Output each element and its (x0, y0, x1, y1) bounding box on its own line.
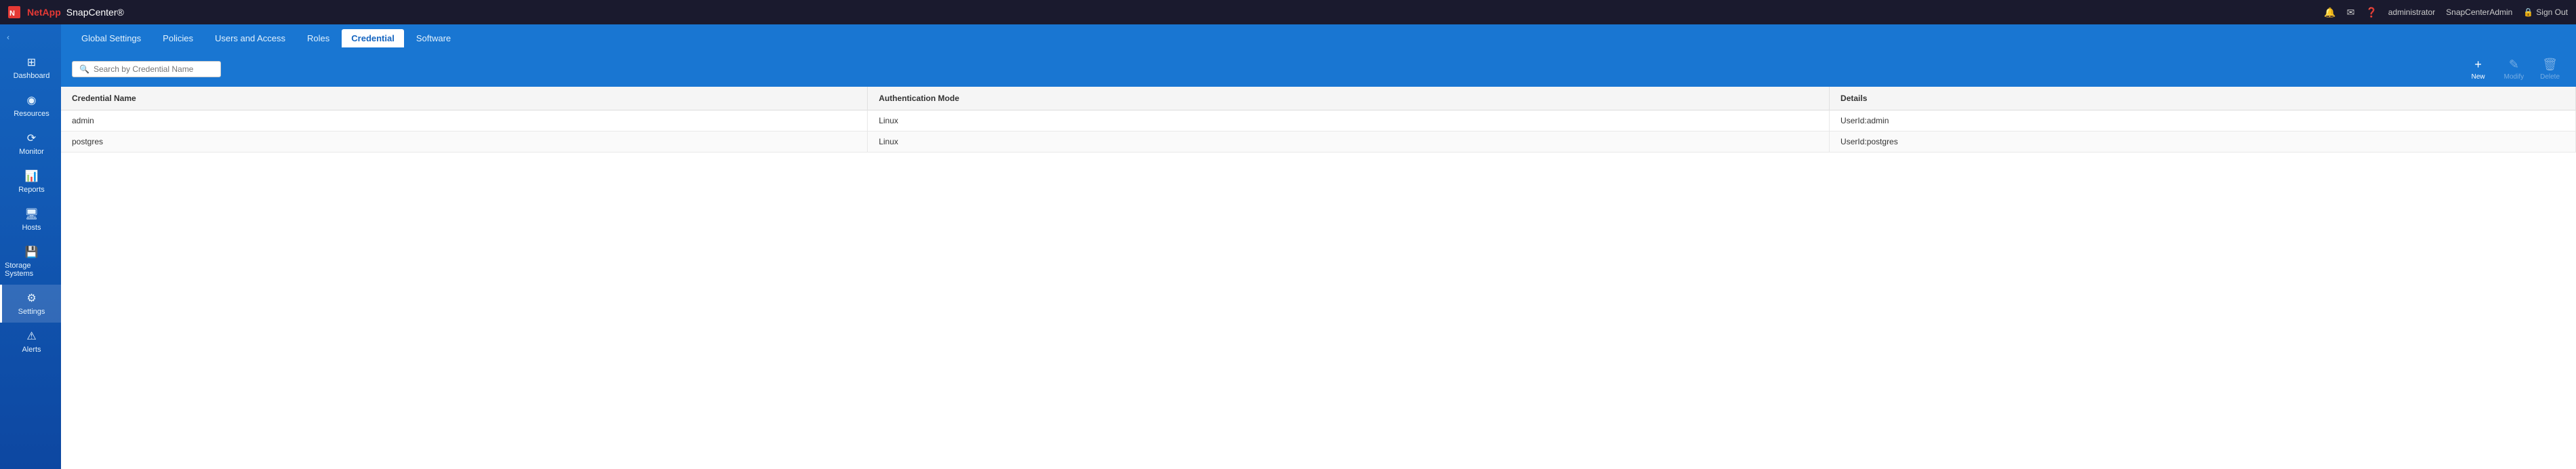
main-content: Global Settings Policies Users and Acces… (61, 24, 2576, 469)
table-row[interactable]: postgres Linux UserId:postgres (61, 131, 2576, 152)
credentials-table: Credential Name Authentication Mode Deta… (61, 87, 2576, 152)
new-button[interactable]: + New (2463, 55, 2493, 83)
sidebar-item-settings[interactable]: ⚙ Settings (0, 285, 61, 323)
cell-auth-mode: Linux (868, 110, 1830, 131)
delete-label: Delete (2540, 73, 2560, 81)
sidebar: ‹ ⊞ Dashboard ◉ Resources ⟳ Monitor 📊 Re… (0, 24, 61, 469)
subnav-users-and-access[interactable]: Users and Access (205, 29, 295, 47)
col-header-auth-mode: Authentication Mode (868, 87, 1830, 110)
subnav-roles[interactable]: Roles (298, 29, 339, 47)
sidebar-label-settings: Settings (18, 308, 45, 316)
subnav-policies[interactable]: Policies (153, 29, 203, 47)
sidebar-label-alerts: Alerts (22, 346, 41, 354)
table-row[interactable]: admin Linux UserId:admin (61, 110, 2576, 131)
sidebar-label-hosts: Hosts (22, 224, 41, 232)
alerts-icon: ⚠ (26, 329, 36, 343)
storage-icon: 💾 (25, 245, 39, 259)
search-box[interactable]: 🔍 (72, 61, 221, 77)
search-input[interactable] (94, 64, 214, 74)
table-header-row: Credential Name Authentication Mode Deta… (61, 87, 2576, 110)
cell-details: UserId:postgres (1830, 131, 2576, 152)
sidebar-item-dashboard[interactable]: ⊞ Dashboard (0, 49, 61, 87)
resources-icon: ◉ (27, 94, 37, 107)
content-panel: 🔍 + New ✎ Modify 🗑 Delete (61, 52, 2576, 469)
cell-credential-name: postgres (61, 131, 868, 152)
sidebar-label-reports: Reports (18, 186, 45, 194)
sidebar-collapse-button[interactable]: ‹ (0, 30, 61, 45)
modify-button[interactable]: ✎ Modify (2499, 55, 2529, 83)
top-bar-actions: 🔔 ✉ ❓ administrator SnapCenterAdmin 🔒 Si… (2324, 7, 2568, 18)
cell-auth-mode: Linux (868, 131, 1830, 152)
search-icon: 🔍 (79, 64, 89, 74)
delete-button[interactable]: 🗑 Delete (2535, 55, 2565, 83)
delete-icon: 🗑 (2542, 58, 2558, 72)
sidebar-item-resources[interactable]: ◉ Resources (0, 87, 61, 125)
modify-icon: ✎ (2509, 58, 2519, 72)
subnav-global-settings[interactable]: Global Settings (72, 29, 150, 47)
new-icon: + (2474, 58, 2482, 72)
sidebar-item-hosts[interactable]: 🖥 Hosts (0, 201, 61, 239)
netapp-logo: N (8, 6, 22, 18)
main-layout: ‹ ⊞ Dashboard ◉ Resources ⟳ Monitor 📊 Re… (0, 24, 2576, 469)
sub-nav: Global Settings Policies Users and Acces… (61, 24, 2576, 52)
toolbar: 🔍 + New ✎ Modify 🗑 Delete (61, 52, 2576, 87)
sidebar-label-monitor: Monitor (19, 148, 44, 156)
sidebar-item-storage-systems[interactable]: 💾 Storage Systems (0, 239, 61, 285)
sidebar-label-resources: Resources (14, 110, 49, 118)
sign-out-label: Sign Out (2536, 7, 2568, 17)
sidebar-item-alerts[interactable]: ⚠ Alerts (0, 323, 61, 361)
col-header-details: Details (1830, 87, 2576, 110)
col-header-credential-name: Credential Name (61, 87, 868, 110)
top-bar-brand: N NetApp SnapCenter® (8, 6, 124, 18)
reports-icon: 📊 (25, 169, 39, 183)
user-label[interactable]: administrator (2388, 7, 2435, 17)
mail-icon[interactable]: ✉ (2347, 7, 2355, 18)
sidebar-item-reports[interactable]: 📊 Reports (0, 163, 61, 201)
sidebar-label-dashboard: Dashboard (14, 72, 50, 80)
sidebar-label-storage: Storage Systems (5, 262, 58, 278)
subnav-credential[interactable]: Credential (342, 29, 404, 47)
subnav-software[interactable]: Software (407, 29, 460, 47)
new-label: New (2472, 73, 2485, 81)
hosts-icon: 🖥 (24, 207, 38, 221)
sign-out-icon: 🔒 (2523, 7, 2533, 17)
brand-netapp: NetApp (27, 7, 61, 18)
collapse-icon: ‹ (7, 33, 9, 42)
cell-details: UserId:admin (1830, 110, 2576, 131)
table-body: admin Linux UserId:admin postgres Linux … (61, 110, 2576, 152)
top-bar: N NetApp SnapCenter® 🔔 ✉ ❓ administrator… (0, 0, 2576, 24)
dashboard-icon: ⊞ (27, 56, 36, 69)
admin-label[interactable]: SnapCenterAdmin (2446, 7, 2512, 17)
cell-credential-name: admin (61, 110, 868, 131)
bell-icon[interactable]: 🔔 (2324, 7, 2335, 18)
modify-label: Modify (2504, 73, 2524, 81)
app-name: SnapCenter® (66, 7, 124, 18)
help-icon[interactable]: ❓ (2365, 7, 2377, 18)
svg-text:N: N (9, 9, 15, 18)
sign-out-button[interactable]: 🔒 Sign Out (2523, 7, 2568, 17)
action-buttons: + New ✎ Modify 🗑 Delete (2463, 55, 2565, 83)
credentials-table-container: Credential Name Authentication Mode Deta… (61, 87, 2576, 469)
monitor-icon: ⟳ (27, 131, 36, 145)
settings-icon: ⚙ (26, 291, 36, 305)
sidebar-item-monitor[interactable]: ⟳ Monitor (0, 125, 61, 163)
